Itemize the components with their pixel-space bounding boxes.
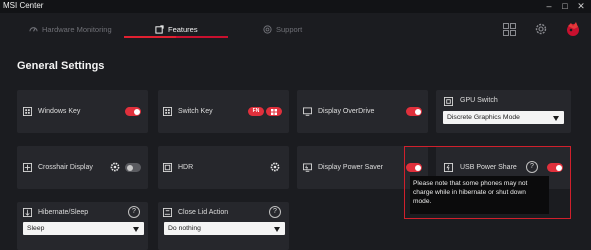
hdr-icon: [163, 163, 172, 172]
title-bar: MSI Center – □ ✕: [0, 0, 591, 13]
windows-logo-icon: [271, 108, 277, 115]
display-overdrive-toggle[interactable]: [406, 107, 422, 116]
tab-support[interactable]: Support: [263, 19, 302, 39]
page-title: General Settings: [17, 60, 105, 72]
card-label: Switch Key: [178, 108, 213, 115]
card-label: Hibernate/Sleep: [38, 209, 89, 216]
chevron-down-icon: [133, 226, 139, 232]
usb-power-share-tooltip: Please note that some phones may not cha…: [410, 176, 549, 214]
tab-hardware-monitoring[interactable]: Hardware Monitoring: [29, 19, 112, 39]
close-lid-dropdown[interactable]: Do nothing: [164, 222, 285, 235]
gpu-mode-dropdown[interactable]: Discrete Graphics Mode: [443, 111, 564, 124]
tab-label: Features: [168, 24, 198, 34]
minimize-button[interactable]: –: [543, 0, 555, 13]
chevron-down-icon: [553, 115, 559, 121]
crosshair-toggle[interactable]: [125, 163, 141, 172]
card-label: Close Lid Action: [178, 209, 229, 216]
support-icon: [263, 24, 272, 34]
gauge-icon: [29, 26, 38, 32]
close-button[interactable]: ✕: [575, 0, 587, 13]
tab-label: Support: [276, 24, 303, 34]
dropdown-value: Do nothing: [168, 225, 201, 232]
display-overdrive-icon: [303, 107, 312, 116]
chevron-down-icon: [274, 226, 280, 232]
gear-icon[interactable]: [110, 162, 120, 172]
features-icon: [155, 24, 164, 34]
card-crosshair-display: Crosshair Display: [17, 146, 148, 189]
windows-key-icon: [23, 107, 32, 116]
card-hibernate-sleep: Hibernate/Sleep ? Sleep: [17, 202, 148, 250]
gpu-switch-icon: [444, 97, 453, 106]
tab-label: Hardware Monitoring: [42, 24, 112, 34]
fn-key-button[interactable]: FN: [248, 107, 264, 116]
hibernate-icon: [23, 208, 32, 217]
card-windows-key: Windows Key: [17, 90, 148, 133]
card-display-overdrive: Display OverDrive: [297, 90, 428, 133]
settings-icon[interactable]: [534, 22, 548, 36]
windows-key-toggle[interactable]: [125, 107, 141, 116]
windows-key-button[interactable]: [266, 107, 282, 116]
card-switch-key: Switch Key FN: [158, 90, 289, 133]
top-navigation: Hardware Monitoring Features Support: [0, 13, 591, 43]
power-saver-icon: [303, 163, 312, 172]
card-label: GPU Switch: [460, 97, 498, 104]
card-close-lid-action: Close Lid Action ? Do nothing: [158, 202, 289, 250]
gear-icon[interactable]: [270, 162, 280, 172]
card-label: Crosshair Display: [38, 164, 93, 171]
maximize-button[interactable]: □: [559, 0, 571, 13]
hibernate-sleep-dropdown[interactable]: Sleep: [23, 222, 144, 235]
crosshair-icon: [23, 163, 32, 172]
card-hdr: HDR: [158, 146, 289, 189]
card-label: Windows Key: [38, 108, 81, 115]
grid-icon[interactable]: [503, 23, 516, 36]
dropdown-value: Sleep: [27, 225, 45, 232]
card-label: HDR: [178, 164, 194, 171]
dropdown-value: Discrete Graphics Mode: [447, 114, 520, 121]
window-title: MSI Center: [3, 1, 44, 10]
help-icon[interactable]: ?: [269, 206, 281, 218]
active-tab-indicator: [124, 36, 228, 38]
card-label: Display OverDrive: [318, 108, 375, 115]
card-label: Display Power Saver: [318, 164, 383, 171]
dragon-logo-icon[interactable]: [564, 20, 582, 38]
help-icon[interactable]: ?: [128, 206, 140, 218]
lid-icon: [163, 208, 172, 217]
card-gpu-switch: GPU Switch Discrete Graphics Mode: [436, 90, 571, 133]
switch-key-icon: [163, 107, 172, 116]
